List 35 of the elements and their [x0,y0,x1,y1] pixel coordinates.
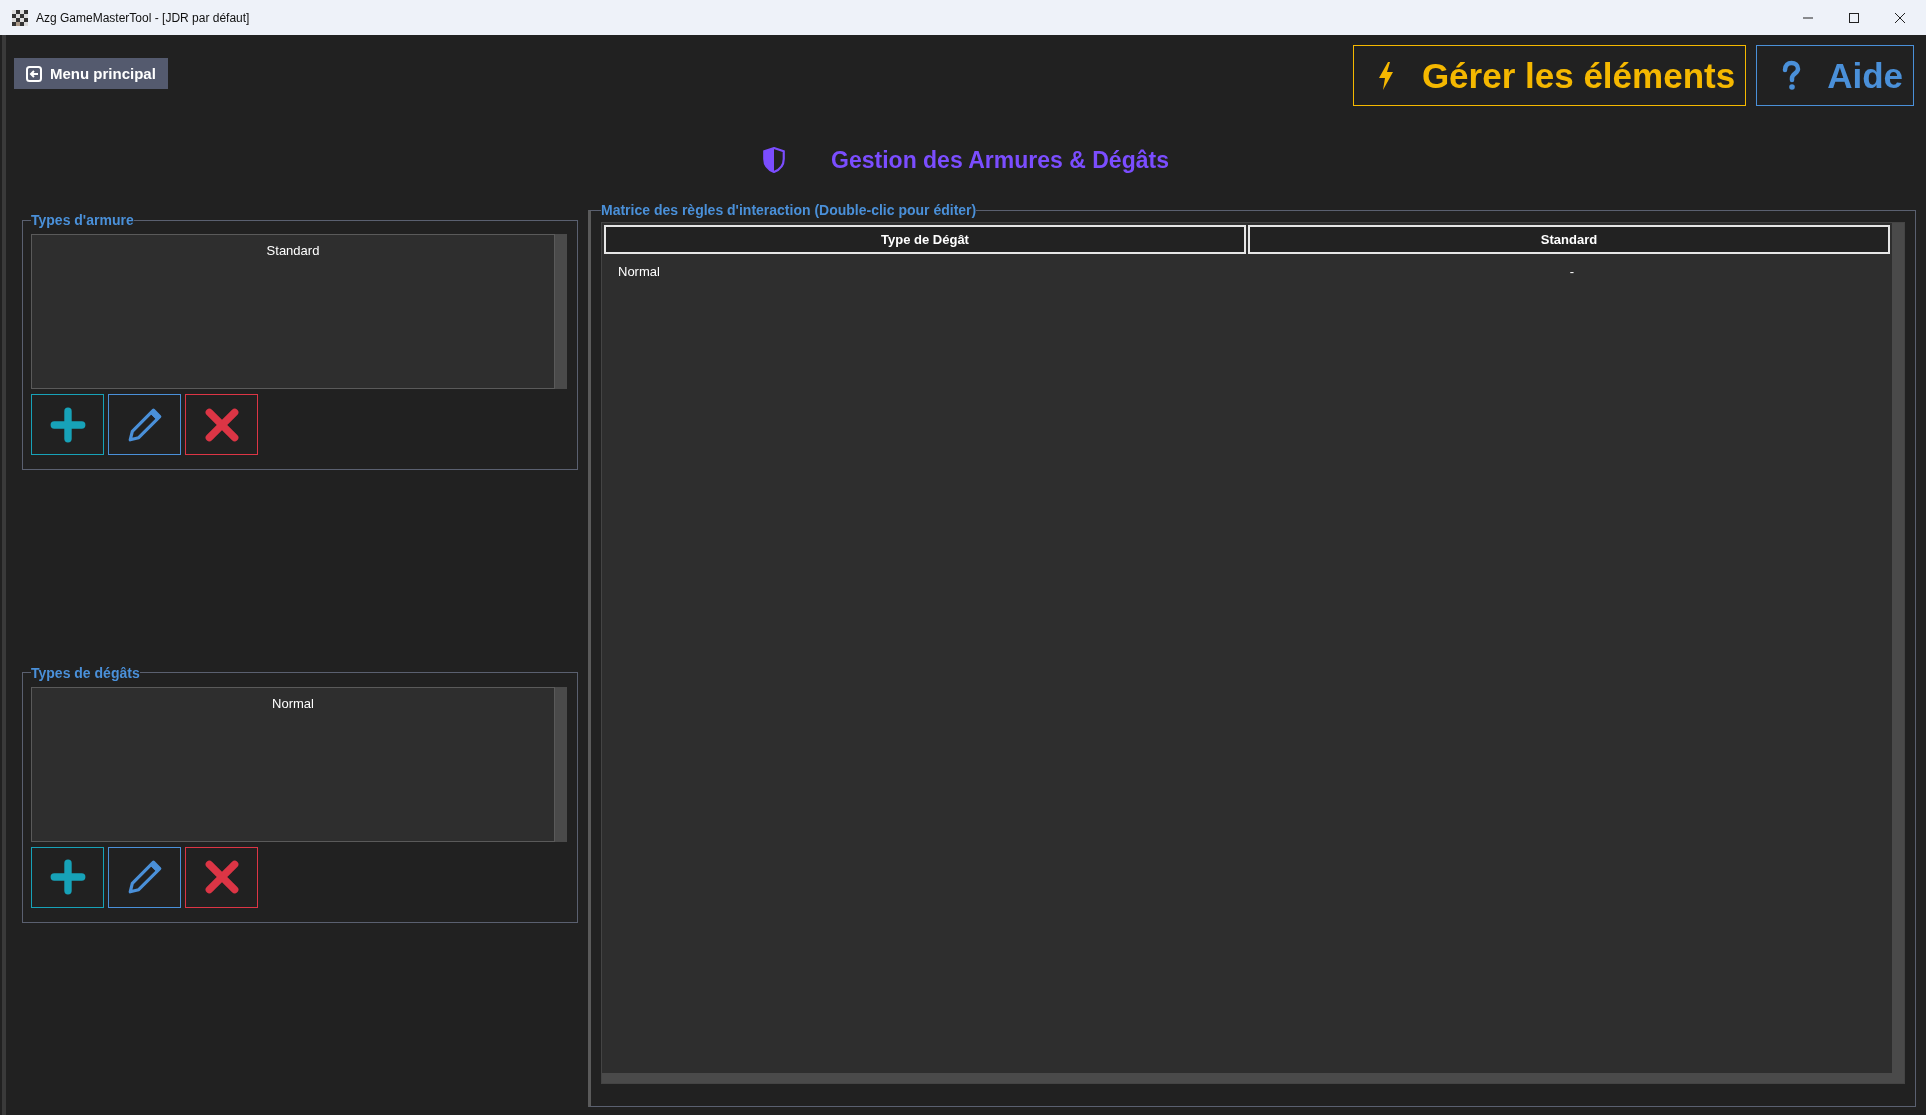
group-title: Matrice des règles d'interaction (Double-clic pour éditer) [601,202,977,218]
edit-button[interactable] [108,394,181,455]
group-title: Types de dégâts [31,664,140,681]
scrollbar[interactable] [555,686,567,842]
table-cell[interactable]: Normal [604,256,1254,287]
maximize-icon[interactable] [1848,11,1860,24]
question-mark-icon [1781,59,1802,92]
edit-button[interactable] [108,846,181,908]
scrollbar[interactable] [602,1073,1892,1083]
list-box[interactable]: Normal [31,686,555,842]
list-item[interactable]: Normal [32,695,554,711]
plus-icon [48,405,87,444]
window-title: Azg GameMasterTool - [JDR par défaut] [36,10,250,25]
plus-icon [48,858,87,896]
column-header[interactable]: Standard [1248,225,1890,254]
close-icon[interactable] [1894,11,1906,24]
app-icon [12,9,28,26]
delete-button[interactable] [185,394,258,455]
list-item[interactable]: Standard [32,243,554,258]
help-button[interactable]: Aide [1756,45,1914,106]
shield-icon [763,147,786,173]
add-button[interactable] [31,394,104,455]
list-box[interactable]: Standard [31,234,555,389]
cross-icon [202,405,241,444]
column-header[interactable]: Type de Dégât [604,225,1246,254]
cross-icon [202,858,241,896]
add-button[interactable] [31,846,104,908]
page-heading: Gestion des Armures & Dégâts [831,146,1169,174]
group-title: Types d'armure [31,212,134,228]
manage-elements-button[interactable]: Gérer les éléments [1352,45,1747,106]
delete-button[interactable] [185,846,258,908]
main-menu-button[interactable]: Menu principal [14,58,168,89]
table-cell[interactable]: - [1254,256,1890,287]
scrollbar[interactable] [555,234,567,389]
scrollbar[interactable] [1892,223,1904,1083]
